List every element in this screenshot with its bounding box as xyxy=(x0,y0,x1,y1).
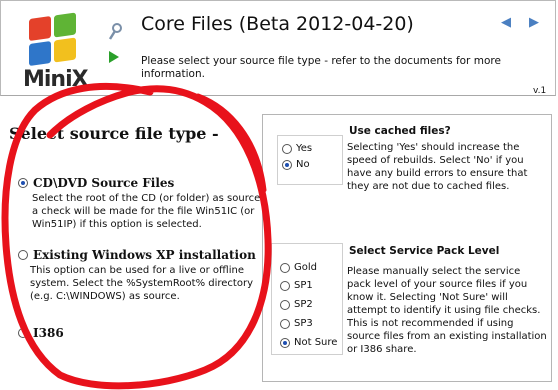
red-annotation-circle xyxy=(1,82,272,390)
